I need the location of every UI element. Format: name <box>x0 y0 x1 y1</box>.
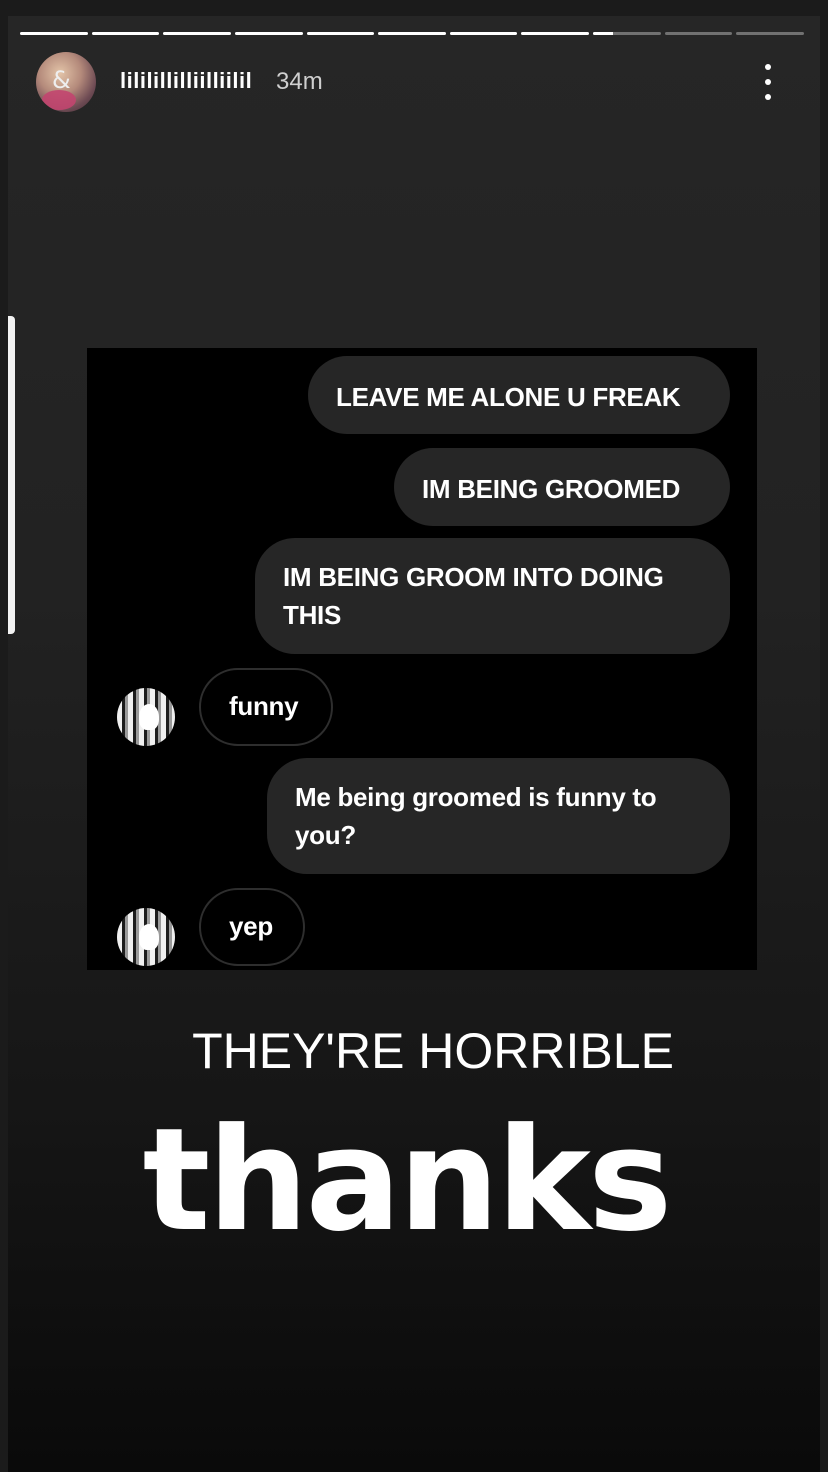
more-vertical-icon <box>765 79 771 85</box>
outgoing-message: IM BEING GROOMED <box>394 448 730 526</box>
right-edge <box>820 0 828 1472</box>
progress-segment <box>20 32 88 35</box>
post-time: 34m <box>276 68 323 95</box>
incoming-message: yep <box>199 888 305 966</box>
outgoing-message: LEAVE ME ALONE U FREAK <box>308 356 730 434</box>
side-handle[interactable] <box>8 316 15 634</box>
progress-segment-fill <box>378 32 446 35</box>
progress-segment <box>378 32 446 35</box>
progress-segment <box>306 32 375 35</box>
username[interactable]: lililillilliilliilil <box>120 68 252 94</box>
avatar[interactable]: & <box>36 52 96 112</box>
progress-segment-fill <box>306 32 375 35</box>
story-header: & lililillilliilliilil 34m <box>36 50 816 114</box>
avatar-glyph: & <box>52 66 71 94</box>
progress-segment <box>736 32 805 35</box>
more-vertical-icon <box>765 64 771 70</box>
progress-segment <box>664 32 733 35</box>
progress-segment-fill <box>521 32 590 35</box>
progress-segment <box>521 32 590 35</box>
peer-avatar <box>117 908 175 966</box>
progress-segment-fill <box>593 32 614 35</box>
more-options-button[interactable] <box>758 64 778 100</box>
top-edge <box>0 0 828 16</box>
story-viewer[interactable]: & lililillilliilliilil 34m LEAVE ME ALON… <box>0 0 828 1472</box>
progress-segment-fill <box>91 32 160 35</box>
progress-segment <box>593 32 661 35</box>
story-progress-bar <box>20 32 805 35</box>
progress-segment <box>234 32 303 35</box>
progress-segment <box>163 32 231 35</box>
outgoing-message: Me being groomed is funny to you? <box>267 758 730 874</box>
progress-segment <box>91 32 160 35</box>
progress-segment-fill <box>163 32 231 35</box>
more-vertical-icon <box>765 94 771 100</box>
chat-screenshot: LEAVE ME ALONE U FREAK IM BEING GROOMED … <box>87 348 757 970</box>
outgoing-message: IM BEING GROOM INTO DOING THIS <box>255 538 730 654</box>
progress-segment-fill <box>449 32 518 35</box>
story-caption: THEY'RE HORRIBLE <box>192 1023 674 1079</box>
progress-segment-fill <box>20 32 88 35</box>
progress-segment-fill <box>234 32 303 35</box>
progress-segment <box>449 32 518 35</box>
peer-avatar <box>117 688 175 746</box>
incoming-message: funny <box>199 668 333 746</box>
story-sticker-text: thanks <box>142 1098 673 1263</box>
